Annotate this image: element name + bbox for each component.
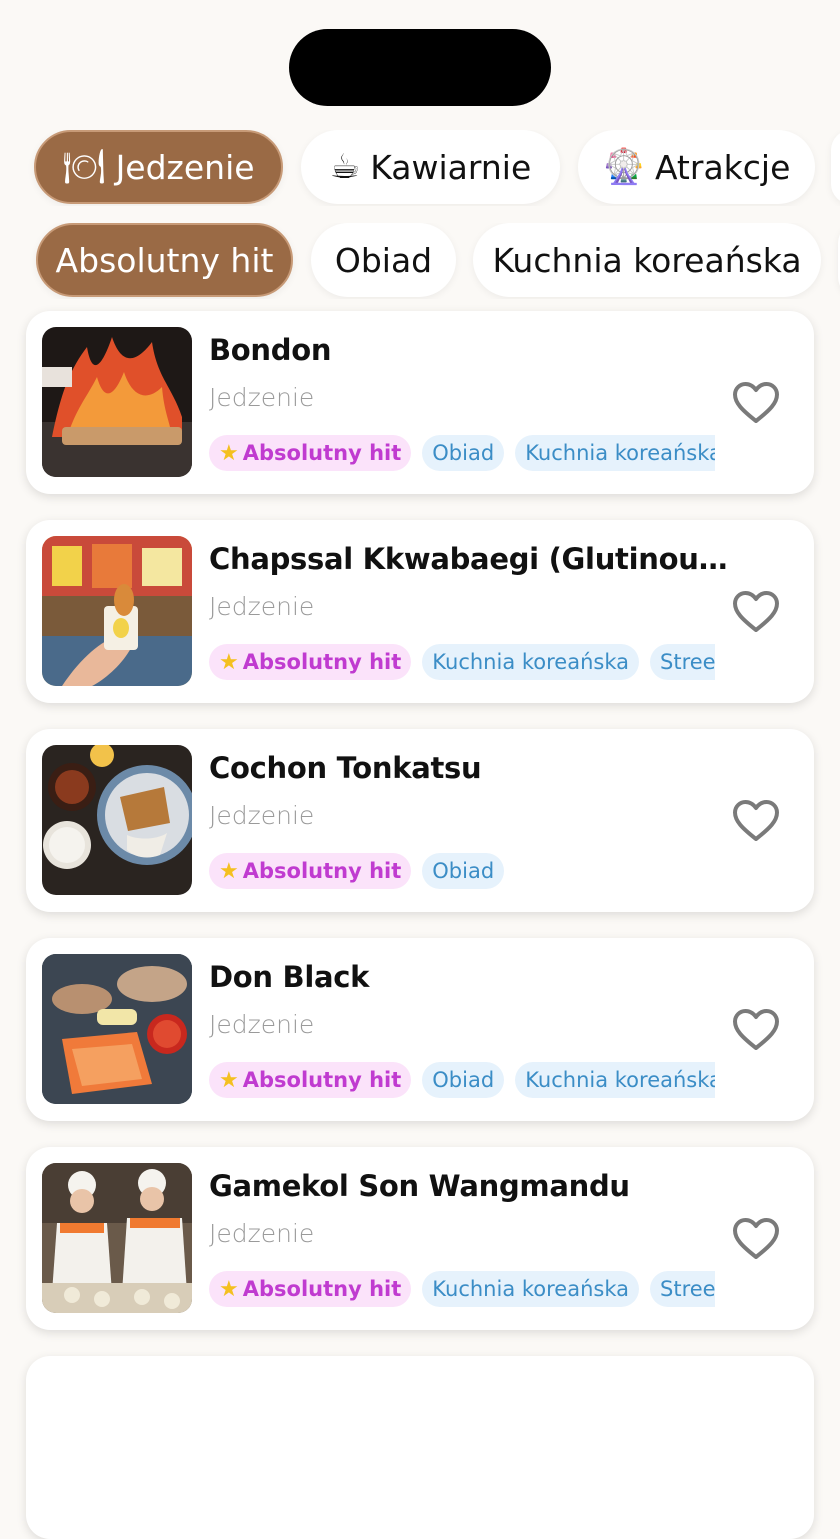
star-icon: ★: [219, 650, 239, 675]
tag-badge: Obiad: [422, 1062, 505, 1098]
hit-badge: ★ Absolutny hit: [209, 435, 412, 471]
hit-badge: ★ Absolutny hit: [209, 644, 412, 680]
tag-list: ★Absolutny hit Kuchnia koreańska Street-f: [209, 1271, 715, 1307]
hit-label: Absolutny hit: [242, 1068, 402, 1092]
category-chip-attractions[interactable]: 🎡 Atrakcje: [578, 130, 815, 204]
tag-list: ★ Absolutny hit Obiad Kuchnia koreańska: [209, 435, 715, 471]
hit-label: Absolutny hit: [242, 859, 402, 883]
tag-badge: Kuchnia koreańska: [422, 1271, 639, 1307]
place-photo: [42, 954, 192, 1104]
place-title: Don Black: [209, 960, 370, 994]
hit-badge: ★ Absolutny hit: [209, 1271, 412, 1307]
category-chip-cafes[interactable]: ☕ Kawiarnie: [301, 130, 560, 204]
coffee-icon: ☕: [329, 147, 361, 187]
place-card[interactable]: Bondon Jedzenie ★ Absolutny hit Obiad Kuchn…: [26, 311, 814, 494]
favorite-heart-icon[interactable]: [732, 381, 780, 425]
place-category: Jedzenie: [209, 592, 315, 621]
place-card[interactable]: Cochon Tonkatsu Jedzenie ★ Absolutny hit O…: [26, 729, 814, 912]
place-card[interactable]: Don Black Jedzenie ★ Absolutny hit Obiad Ku…: [26, 938, 814, 1121]
hit-label: Absolutny hit: [242, 1277, 402, 1301]
tag-badge: Obiad: [422, 853, 505, 889]
place-title: Chapssal Kkwabaegi (Glutinous Ri...: [209, 542, 729, 576]
star-icon: ★: [219, 859, 239, 884]
star-icon: ★: [219, 441, 239, 466]
place-title: Gamekol Son Wangmandu: [209, 1169, 630, 1203]
filter-tabs: Absolutny hit Obiad Kuchnia koreańska: [0, 223, 840, 299]
place-category: Jedzenie: [209, 1219, 315, 1248]
place-photo: [42, 745, 192, 895]
tag-badge: Street-f: [650, 1271, 715, 1307]
place-title: Bondon: [209, 333, 332, 367]
ferris-wheel-icon: 🎡: [602, 147, 645, 187]
dynamic-island: [289, 29, 551, 106]
hit-badge: ★ Absolutny hit: [209, 853, 412, 889]
place-photo: [42, 1163, 192, 1313]
category-label: Kawiarnie: [370, 147, 532, 187]
filter-label: Kuchnia koreańska: [492, 240, 802, 280]
filter-chip-hit[interactable]: Absolutny hit: [36, 223, 293, 297]
place-title: Cochon Tonkatsu: [209, 751, 482, 785]
filter-label: Absolutny hit: [55, 240, 274, 280]
place-photo: [42, 327, 192, 477]
place-category: Jedzenie: [209, 383, 315, 412]
filter-chip-lunch[interactable]: Obiad: [311, 223, 456, 297]
place-photo: [42, 536, 192, 686]
favorite-heart-icon[interactable]: [732, 1008, 780, 1052]
category-chip-food[interactable]: 🍽 Jedzenie: [34, 130, 283, 204]
category-tabs: 🍽 Jedzenie ☕ Kawiarnie 🎡 Atrakcje: [0, 130, 840, 206]
tag-badge: Obiad: [422, 435, 505, 471]
filter-chip-korean[interactable]: Kuchnia koreańska: [473, 223, 821, 297]
tag-badge: Street-f: [650, 644, 715, 680]
tag-badge: Kuchnia koreańska: [515, 1062, 715, 1098]
place-category: Jedzenie: [209, 1010, 315, 1039]
hit-label: Absolutny hit: [242, 441, 402, 465]
category-chip-more[interactable]: [831, 130, 840, 204]
star-icon: ★: [219, 1068, 239, 1093]
tag-list: ★ Absolutny hit Obiad Kuchnia koreańska: [209, 1062, 715, 1098]
filter-label: Obiad: [334, 240, 433, 280]
favorite-heart-icon[interactable]: [732, 590, 780, 634]
category-label: Jedzenie: [115, 147, 255, 187]
favorite-heart-icon[interactable]: [732, 1217, 780, 1261]
favorite-heart-icon[interactable]: [732, 799, 780, 843]
tag-badge: Kuchnia koreańska: [422, 644, 639, 680]
place-card[interactable]: Chapssal Kkwabaegi (Glutinous Ri... Jedz…: [26, 520, 814, 703]
plate-icon: 🍽: [62, 147, 106, 187]
hit-badge: ★ Absolutny hit: [209, 1062, 412, 1098]
place-card[interactable]: Gamekol Son Wangmandu Jedzenie ★ Absolutn…: [26, 1147, 814, 1330]
hit-label: Absolutny hit: [242, 650, 402, 674]
tag-badge: Kuchnia koreańska: [515, 435, 715, 471]
tag-list: ★ Absolutny hit Obiad: [209, 853, 715, 889]
place-category: Jedzenie: [209, 801, 315, 830]
star-icon: ★: [219, 1277, 239, 1302]
place-card[interactable]: [26, 1356, 814, 1539]
category-label: Atrakcje: [654, 147, 791, 187]
tag-list: ★Absolutny hit Kuchnia koreańska Street-f: [209, 644, 715, 680]
